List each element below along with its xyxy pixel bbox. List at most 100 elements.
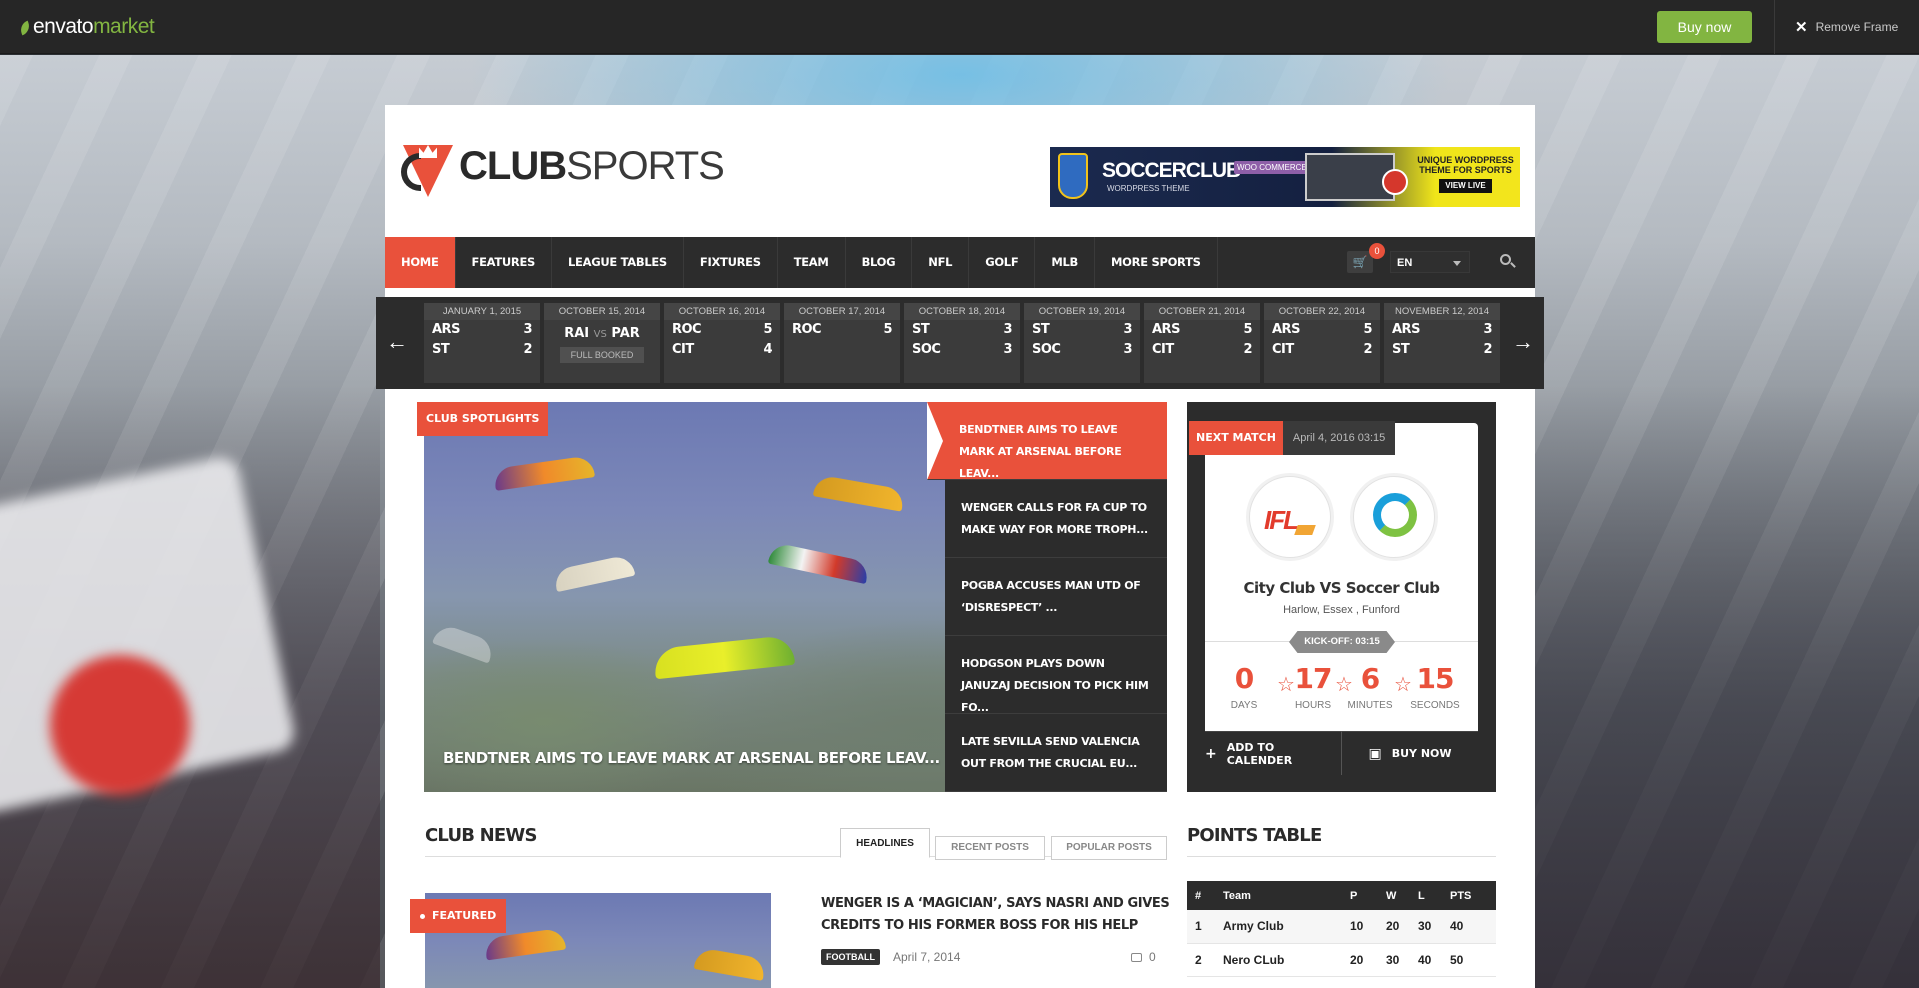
article-date: April 7, 2014 xyxy=(893,950,961,964)
spotlight-headline[interactable]: LATE SEVILLA SEND VALENCIA OUT FROM THE … xyxy=(945,714,1167,792)
language-select[interactable]: EN xyxy=(1390,251,1470,273)
home-score: 3 xyxy=(1003,322,1012,337)
ticker-next-arrow-icon[interactable]: → xyxy=(1502,297,1544,389)
home-team: ST xyxy=(912,322,930,337)
ticker-game[interactable]: OCTOBER 18, 2014 ST 3 SOC 3 xyxy=(904,303,1020,383)
tab-popular-posts[interactable]: POPULAR POSTS xyxy=(1051,836,1167,860)
add-to-calendar-label: ADD TO CALENDER xyxy=(1226,740,1293,767)
spotlight-headline[interactable]: HODGSON PLAYS DOWN JANUZAJ DECISION TO P… xyxy=(945,636,1167,714)
buy-now-button[interactable]: Buy now xyxy=(1657,11,1752,43)
away-score: 3 xyxy=(1123,342,1132,357)
ticker-game[interactable]: OCTOBER 21, 2014 ARS 5 CIT 2 xyxy=(1144,303,1260,383)
team-b-logo xyxy=(1353,476,1435,558)
ticker-game[interactable]: OCTOBER 16, 2014 ROC 5 CIT 4 xyxy=(664,303,780,383)
nav-item-features[interactable]: FEATURES xyxy=(456,237,553,288)
countdown-days: 0 DAYS xyxy=(1219,661,1269,711)
away-row xyxy=(784,340,900,360)
away-row: SOC 3 xyxy=(1024,340,1140,360)
spotlight-headline[interactable]: BENDTNER AIMS TO LEAVE MARK AT ARSENAL B… xyxy=(927,402,1167,480)
game-date: OCTOBER 22, 2014 xyxy=(1264,303,1380,320)
points-table-title: POINTS TABLE xyxy=(1187,825,1322,846)
spotlight-caption[interactable]: BENDTNER AIMS TO LEAVE MARK AT ARSENAL B… xyxy=(443,749,940,767)
site-frame: CLUBSPORTS SOCCERCLUB WORDPRESS THEME WO… xyxy=(376,105,1544,988)
ticker-prev-arrow-icon[interactable]: ← xyxy=(376,297,418,389)
home-score: 5 xyxy=(1363,322,1372,337)
tab-headlines[interactable]: HEADLINES xyxy=(840,828,930,858)
nav-item-more-sports[interactable]: MORE SPORTS xyxy=(1095,237,1218,288)
countdown-label: MINUTES xyxy=(1347,700,1393,711)
ticker-game[interactable]: JANUARY 1, 2015 ARS 3 ST 2 xyxy=(424,303,540,383)
ticker-game[interactable]: NOVEMBER 12, 2014 ARS 3 ST 2 xyxy=(1384,303,1500,383)
rank-cell: 2 xyxy=(1187,943,1215,977)
team-cell[interactable]: Nero CLub xyxy=(1215,943,1342,977)
away-row: SOC 3 xyxy=(904,340,1020,360)
nav-item-nfl[interactable]: NFL xyxy=(912,237,970,288)
column-header: W xyxy=(1378,881,1410,910)
nav-item-golf[interactable]: GOLF xyxy=(969,237,1036,288)
envato-leaf-icon xyxy=(18,20,32,36)
parachute xyxy=(432,622,496,664)
buy-ticket-button[interactable]: ▣ BUY NOW xyxy=(1341,731,1478,775)
spotlight-headline[interactable]: WENGER CALLS FOR FA CUP TO MAKE WAY FOR … xyxy=(945,480,1167,558)
scores-ticker: ← JANUARY 1, 2015 ARS 3 ST 2 OCTOBER 15, 2… xyxy=(376,297,1544,389)
ticket-icon: ▣ xyxy=(1368,745,1382,762)
soccerclub-banner-ad[interactable]: SOCCERCLUB WORDPRESS THEME WOO COMMERCE … xyxy=(1050,147,1520,207)
search-icon[interactable] xyxy=(1500,254,1516,270)
lost-cell: 40 xyxy=(1410,943,1442,977)
ticker-game[interactable]: OCTOBER 19, 2014 ST 3 SOC 3 xyxy=(1024,303,1140,383)
countdown-label: DAYS xyxy=(1230,700,1258,711)
nav-item-home[interactable]: HOME xyxy=(385,237,456,288)
add-to-calendar-button[interactable]: + ADD TO CALENDER xyxy=(1205,731,1341,775)
home-row: ARS 5 xyxy=(1264,320,1380,340)
spotlight-headline[interactable]: POGBA ACCUSES MAN UTD OF ‘DISRESPECT’ ..… xyxy=(945,558,1167,636)
played-cell: 20 xyxy=(1342,943,1378,977)
view-live-button[interactable]: VIEW LIVE xyxy=(1439,179,1492,193)
home-team: ST xyxy=(1032,322,1050,337)
home-score: 5 xyxy=(883,322,892,337)
crowd-right xyxy=(1520,385,1919,988)
column-header: PTS xyxy=(1442,881,1496,910)
nav-item-fixtures[interactable]: FIXTURES xyxy=(684,237,778,288)
clubsports-logo[interactable]: CLUBSPORTS xyxy=(401,135,725,197)
away-team: SOC xyxy=(912,342,941,357)
tab-recent-posts[interactable]: RECENT POSTS xyxy=(935,836,1045,860)
nav-item-team[interactable]: TEAM xyxy=(778,237,846,288)
club-news-title: CLUB NEWS xyxy=(425,825,537,846)
ticker-game[interactable]: OCTOBER 15, 2014 RAI VS PAR FULL BOOKED xyxy=(544,303,660,383)
category-badge[interactable]: FOOTBALL xyxy=(821,949,880,965)
cart-count-badge: 0 xyxy=(1369,243,1385,259)
countdown-label: SECONDS xyxy=(1410,700,1460,711)
away-team: CIT xyxy=(1152,342,1174,357)
home-score: 5 xyxy=(1243,322,1252,337)
nav-item-league-tables[interactable]: LEAGUE TABLES xyxy=(552,237,684,288)
table-row: 2 Nero CLub 20 30 40 50 xyxy=(1187,943,1496,977)
away-score: 2 xyxy=(1243,342,1252,357)
home-row: ROC 5 xyxy=(664,320,780,340)
column-header: # xyxy=(1187,881,1215,910)
home-team: ROC xyxy=(792,322,822,337)
column-header: Team xyxy=(1215,881,1342,910)
parachute xyxy=(552,553,636,593)
banner-title: SOCCERCLUB xyxy=(1102,159,1241,182)
home-row: ARS 3 xyxy=(424,320,540,340)
featured-badge: FEATURED xyxy=(410,899,507,933)
comment-count[interactable]: 0 xyxy=(1131,949,1156,965)
remove-frame-link[interactable]: ✕ Remove Frame xyxy=(1795,18,1898,36)
full-booked-badge: FULL BOOKED xyxy=(560,347,644,363)
featured-label: FEATURED xyxy=(432,909,497,922)
home-row: ROC 5 xyxy=(784,320,900,340)
envato-market-logo[interactable]: envato market xyxy=(18,15,155,39)
kickoff-badge: KICK-OFF: 03:15 xyxy=(1289,631,1395,653)
ticker-game[interactable]: OCTOBER 17, 2014 ROC 5 xyxy=(784,303,900,383)
team-cell[interactable]: Army Club xyxy=(1215,910,1342,944)
away-team: CIT xyxy=(1272,342,1294,357)
chevron-down-icon xyxy=(1453,261,1461,266)
ticker-game[interactable]: OCTOBER 22, 2014 ARS 5 CIT 2 xyxy=(1264,303,1380,383)
countdown-seconds: 15 SECONDS xyxy=(1410,661,1460,711)
article-title[interactable]: WENGER IS A ‘MAGICIAN’, SAYS NASRI AND G… xyxy=(821,893,1171,937)
nav-item-blog[interactable]: BLOG xyxy=(846,237,913,288)
away-team: CIT xyxy=(672,342,694,357)
nav-item-mlb[interactable]: MLB xyxy=(1035,237,1096,288)
vs-label: VS xyxy=(593,329,607,340)
game-date: OCTOBER 16, 2014 xyxy=(664,303,780,320)
